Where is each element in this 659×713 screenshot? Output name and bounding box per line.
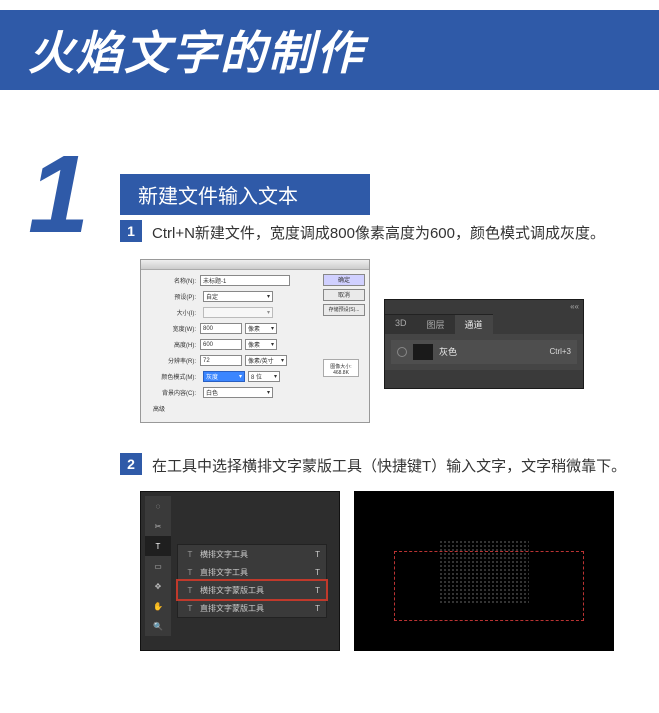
tool-slot[interactable]: 🔍 bbox=[145, 616, 171, 636]
channel-thumbnail bbox=[413, 344, 433, 360]
type-mask-icon: T bbox=[184, 604, 196, 613]
type-icon: T bbox=[184, 550, 196, 559]
size-select: ▾ bbox=[203, 307, 273, 318]
tool-slot[interactable]: ✥ bbox=[145, 576, 171, 596]
mode-bits[interactable]: 8 位▾ bbox=[248, 371, 280, 382]
channel-shortcut: Ctrl+3 bbox=[549, 347, 571, 356]
preset-select[interactable]: 自定▾ bbox=[203, 291, 273, 302]
bg-select[interactable]: 白色▾ bbox=[203, 387, 273, 398]
chevron-down-icon: ▾ bbox=[267, 293, 270, 300]
type-mask-icon: T bbox=[184, 586, 196, 595]
screenshot-row-1: 名称(N): 未标题-1 预设(P): 自定▾ 大小(I): ▾ 宽度(W): … bbox=[140, 259, 641, 423]
name-label: 名称(N): bbox=[145, 276, 200, 285]
dialog-titlebar bbox=[141, 260, 369, 270]
size-preview: 图像大小: 468.8K bbox=[323, 359, 359, 377]
canvas-text: 传智 bbox=[439, 537, 529, 606]
visibility-icon[interactable] bbox=[397, 347, 407, 357]
flyout-item-vertical-type[interactable]: T 直排文字工具 T bbox=[178, 563, 326, 581]
tool-slot[interactable]: ✋ bbox=[145, 596, 171, 616]
substep-2-text: 在工具中选择横排文字蒙版工具（快捷键T）输入文字，文字稍微靠下。 bbox=[152, 453, 626, 482]
substep-2: 2 在工具中选择横排文字蒙版工具（快捷键T）输入文字，文字稍微靠下。 bbox=[120, 453, 639, 482]
advanced-toggle[interactable]: 高级 bbox=[145, 404, 200, 413]
mode-label: 颜色模式(M): bbox=[145, 372, 200, 381]
screenshot-row-2: ◌ ✂ T ▭ ✥ ✋ 🔍 T 横排文字工具 T T 直排文字工具 T bbox=[140, 491, 641, 651]
substep-1: 1 Ctrl+N新建文件，宽度调成800像素高度为600，颜色模式调成灰度。 bbox=[120, 220, 639, 249]
substep-1-text: Ctrl+N新建文件，宽度调成800像素高度为600，颜色模式调成灰度。 bbox=[152, 220, 605, 249]
tab-3d[interactable]: 3D bbox=[385, 314, 417, 334]
substep-1-number: 1 bbox=[120, 220, 142, 242]
title-bar: 火焰文字的制作 bbox=[0, 10, 659, 90]
toolbox: ◌ ✂ T ▭ ✥ ✋ 🔍 bbox=[145, 496, 171, 636]
tab-layers[interactable]: 图层 bbox=[417, 314, 455, 334]
tool-slot[interactable]: ◌ bbox=[145, 496, 171, 516]
flyout-item-horizontal-type-mask[interactable]: T 横排文字蒙版工具 T bbox=[178, 581, 326, 599]
mode-select[interactable]: 灰度▾ bbox=[203, 371, 245, 382]
save-preset-button[interactable]: 存储预设(S)... bbox=[323, 304, 365, 316]
tab-channels[interactable]: 通道 bbox=[455, 314, 493, 334]
width-input[interactable]: 800 bbox=[200, 323, 242, 334]
width-label: 宽度(W): bbox=[145, 324, 200, 333]
step-number: 1 bbox=[28, 140, 89, 250]
cancel-button[interactable]: 取消 bbox=[323, 289, 365, 301]
res-input[interactable]: 72 bbox=[200, 355, 242, 366]
page-title: 火焰文字的制作 bbox=[28, 17, 364, 83]
page-root: 火焰文字的制作 1 新建文件输入文本 1 Ctrl+N新建文件，宽度调成800像… bbox=[0, 10, 659, 713]
toolbox-screenshot: ◌ ✂ T ▭ ✥ ✋ 🔍 T 横排文字工具 T T 直排文字工具 T bbox=[140, 491, 340, 651]
tool-slot[interactable]: ✂ bbox=[145, 516, 171, 536]
width-unit[interactable]: 像素▾ bbox=[245, 323, 277, 334]
type-tool-flyout: T 横排文字工具 T T 直排文字工具 T T 横排文字蒙版工具 T T 直排文… bbox=[177, 544, 327, 618]
preset-label: 预设(P): bbox=[145, 292, 200, 301]
type-icon: T bbox=[184, 568, 196, 577]
bg-label: 背景内容(C): bbox=[145, 388, 200, 397]
substep-2-number: 2 bbox=[120, 453, 142, 475]
res-unit[interactable]: 像素/英寸▾ bbox=[245, 355, 287, 366]
tool-slot[interactable]: ▭ bbox=[145, 556, 171, 576]
channel-row-gray[interactable]: 灰色 Ctrl+3 bbox=[391, 340, 577, 364]
flyout-item-horizontal-type[interactable]: T 横排文字工具 T bbox=[178, 545, 326, 563]
height-input[interactable]: 600 bbox=[200, 339, 242, 350]
ok-button[interactable]: 确定 bbox=[323, 274, 365, 286]
type-tool[interactable]: T bbox=[145, 536, 171, 556]
channel-name: 灰色 bbox=[439, 345, 549, 358]
step-heading: 新建文件输入文本 bbox=[120, 174, 370, 215]
new-file-dialog: 名称(N): 未标题-1 预设(P): 自定▾ 大小(I): ▾ 宽度(W): … bbox=[140, 259, 370, 423]
height-unit[interactable]: 像素▾ bbox=[245, 339, 277, 350]
name-input[interactable]: 未标题-1 bbox=[200, 275, 290, 286]
panel-tabs: 3D 图层 通道 bbox=[385, 314, 583, 334]
channels-panel: «« 3D 图层 通道 灰色 Ctrl+3 bbox=[384, 299, 584, 389]
panel-collapse-icon[interactable]: «« bbox=[570, 302, 579, 311]
canvas-preview: 传智 bbox=[354, 491, 614, 651]
flyout-item-vertical-type-mask[interactable]: T 直排文字蒙版工具 T bbox=[178, 599, 326, 617]
res-label: 分辨率(R): bbox=[145, 356, 200, 365]
height-label: 高度(H): bbox=[145, 340, 200, 349]
size-label: 大小(I): bbox=[145, 308, 200, 317]
